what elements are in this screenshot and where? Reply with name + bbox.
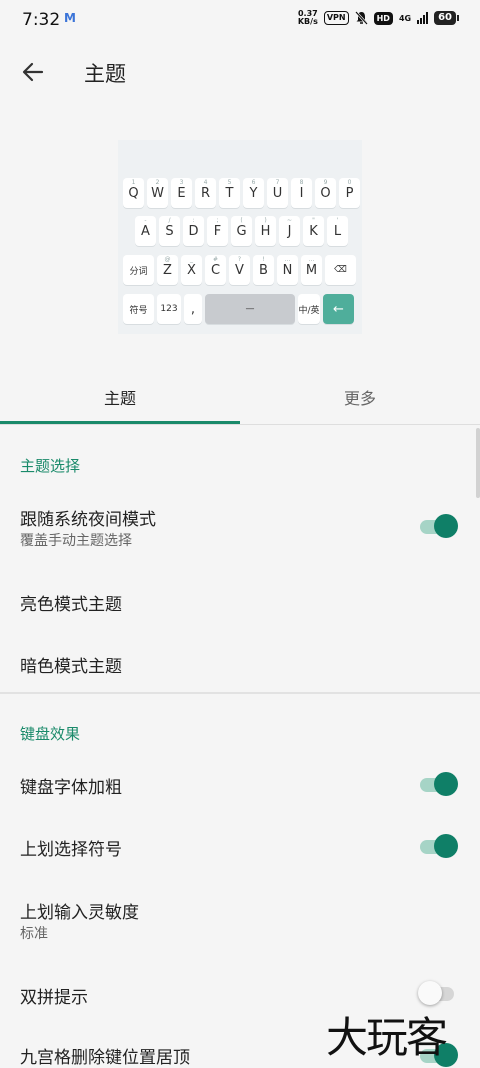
battery-icon: 60: [434, 11, 459, 25]
key-v: ? V: [229, 255, 250, 285]
key-b: ! B: [253, 255, 274, 285]
key-i: 8I: [291, 178, 312, 208]
setting-light-theme[interactable]: 亮色模式主题: [20, 590, 122, 615]
back-arrow-icon[interactable]: [18, 57, 48, 87]
keyboard-row-2: -A / S :D ; F (G ) H ~ J " K ' L: [135, 216, 348, 246]
network-speed-unit: KB/s: [297, 17, 318, 26]
key-g: (G: [231, 216, 252, 246]
key-t: 5T: [219, 178, 240, 208]
key-l: ' L: [327, 216, 348, 246]
key-w: 2W: [147, 178, 168, 208]
hd-voice-icon: HD: [373, 11, 393, 25]
tab-more[interactable]: 更多: [240, 370, 480, 424]
setting-swipe-sensitivity-value: 标准: [20, 926, 48, 942]
key-x: _ X: [181, 255, 202, 285]
tab-bar: 主题 更多: [0, 370, 480, 424]
network-speed: 0.37 KB/s: [298, 10, 318, 26]
key-symbols: 符号: [123, 294, 154, 324]
toggle-shuangpin-hint[interactable]: [418, 981, 458, 1005]
key-n: … N: [277, 255, 298, 285]
key-backspace-icon: ⌫: [325, 255, 356, 285]
scrollbar[interactable]: [476, 428, 480, 498]
key-s: / S: [159, 216, 180, 246]
toggle-follow-night[interactable]: [418, 514, 458, 538]
signal-icon: [417, 12, 429, 24]
network-type: 4G: [398, 13, 412, 23]
key-a: -A: [135, 216, 156, 246]
key-o: 9O: [315, 178, 336, 208]
toggle-swipe-symbol[interactable]: [418, 834, 458, 858]
key-c: # C: [205, 255, 226, 285]
setting-dark-theme[interactable]: 暗色模式主题: [20, 652, 122, 677]
key-z: @ Z: [157, 255, 178, 285]
key-r: 4R: [195, 178, 216, 208]
key-space: —: [205, 294, 295, 324]
key-segment: 分词: [123, 255, 154, 285]
key-u: 7U: [267, 178, 288, 208]
page-title: 主题: [84, 62, 126, 86]
setting-follow-night-sub: 覆盖手动主题选择: [20, 533, 132, 549]
key-enter-icon: ←: [323, 294, 354, 324]
key-lang-switch: 中/英: [298, 294, 320, 324]
section-theme-select: 主题选择: [20, 457, 81, 475]
status-icons: 0.37 KB/s VPN HD 4G 60: [298, 10, 459, 26]
status-bar: 7:32 M 0.37 KB/s VPN HD 4G 60: [0, 0, 480, 40]
key-123: 123: [157, 294, 181, 324]
key-comma: ,: [184, 294, 202, 324]
key-m: … M: [301, 255, 322, 285]
key-d: :D: [183, 216, 204, 246]
key-y: 6Y: [243, 178, 264, 208]
key-h: ) H: [255, 216, 276, 246]
key-e: 3E: [171, 178, 192, 208]
keyboard-row-4: 符号 123 , — 中/英 ←: [123, 294, 354, 324]
mail-notification-icon: M: [64, 11, 76, 25]
setting-swipe-symbol-label: 上划选择符号: [20, 840, 122, 860]
toggle-bold-font[interactable]: [418, 772, 458, 796]
keyboard-theme-preview: 1Q 2W 3E 4R 5T 6Y 7U 8I 9O 0P -A / S :D ;…: [118, 140, 362, 334]
key-j: ~ J: [279, 216, 300, 246]
setting-nine-grid-delete-label: 九宫格删除键位置居顶: [20, 1048, 190, 1068]
keyboard-row-3: 分词 @ Z _ X # C ? V ! B … N … M ⌫: [123, 255, 356, 285]
vpn-icon: VPN: [323, 11, 349, 25]
watermark-logo: 大玩客: [326, 1013, 448, 1062]
tabs-divider: [0, 424, 480, 425]
setting-swipe-sensitivity-label: 上划输入灵敏度: [20, 903, 139, 923]
setting-follow-night-label: 跟随系统夜间模式: [20, 510, 156, 530]
key-f: ; F: [207, 216, 228, 246]
setting-bold-font-label: 键盘字体加粗: [20, 778, 122, 798]
key-q: 1Q: [123, 178, 144, 208]
status-time: 7:32: [22, 10, 61, 30]
keyboard-row-1: 1Q 2W 3E 4R 5T 6Y 7U 8I 9O 0P: [123, 178, 360, 208]
app-bar: 主题: [0, 44, 480, 102]
key-k: " K: [303, 216, 324, 246]
tab-theme[interactable]: 主题: [0, 370, 240, 424]
key-p: 0P: [339, 178, 360, 208]
setting-shuangpin-hint-label: 双拼提示: [20, 988, 88, 1008]
section-keyboard-effect: 键盘效果: [20, 725, 81, 743]
mute-bell-icon: [354, 11, 368, 25]
section-divider: [0, 692, 480, 694]
